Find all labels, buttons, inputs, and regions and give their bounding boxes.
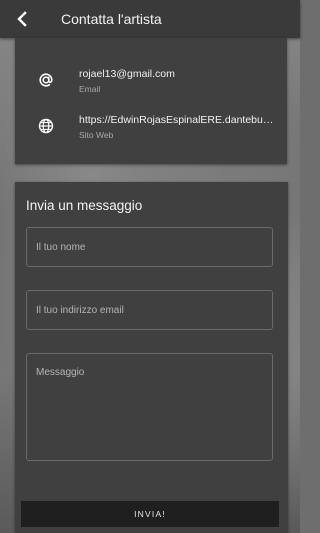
email-value: rojael13@gmail.com [79, 68, 175, 80]
send-button[interactable]: INVIA! [21, 501, 279, 527]
message-textarea[interactable] [26, 353, 273, 461]
form-title: Invia un messaggio [26, 198, 143, 213]
at-sign-icon [36, 70, 56, 90]
back-button[interactable] [0, 0, 44, 38]
contact-info-card: rojael13@gmail.com Email https://EdwinRo… [15, 38, 287, 164]
email-input[interactable] [26, 290, 273, 330]
chevron-left-icon [17, 11, 27, 27]
email-row[interactable]: rojael13@gmail.com Email [15, 68, 287, 108]
app-bar: Contatta l'artista [0, 0, 300, 38]
message-form-card: Invia un messaggio [15, 182, 288, 533]
email-label: Email [79, 84, 101, 94]
globe-icon [36, 116, 56, 136]
website-row[interactable]: https://EdwinRojasEspinalERE.dantebuonar… [15, 114, 287, 154]
website-value: https://EdwinRojasEspinalERE.dantebuonar… [79, 114, 275, 126]
page-title: Contatta l'artista [61, 11, 162, 27]
name-input[interactable] [26, 227, 273, 267]
website-label: Sito Web [79, 130, 114, 140]
